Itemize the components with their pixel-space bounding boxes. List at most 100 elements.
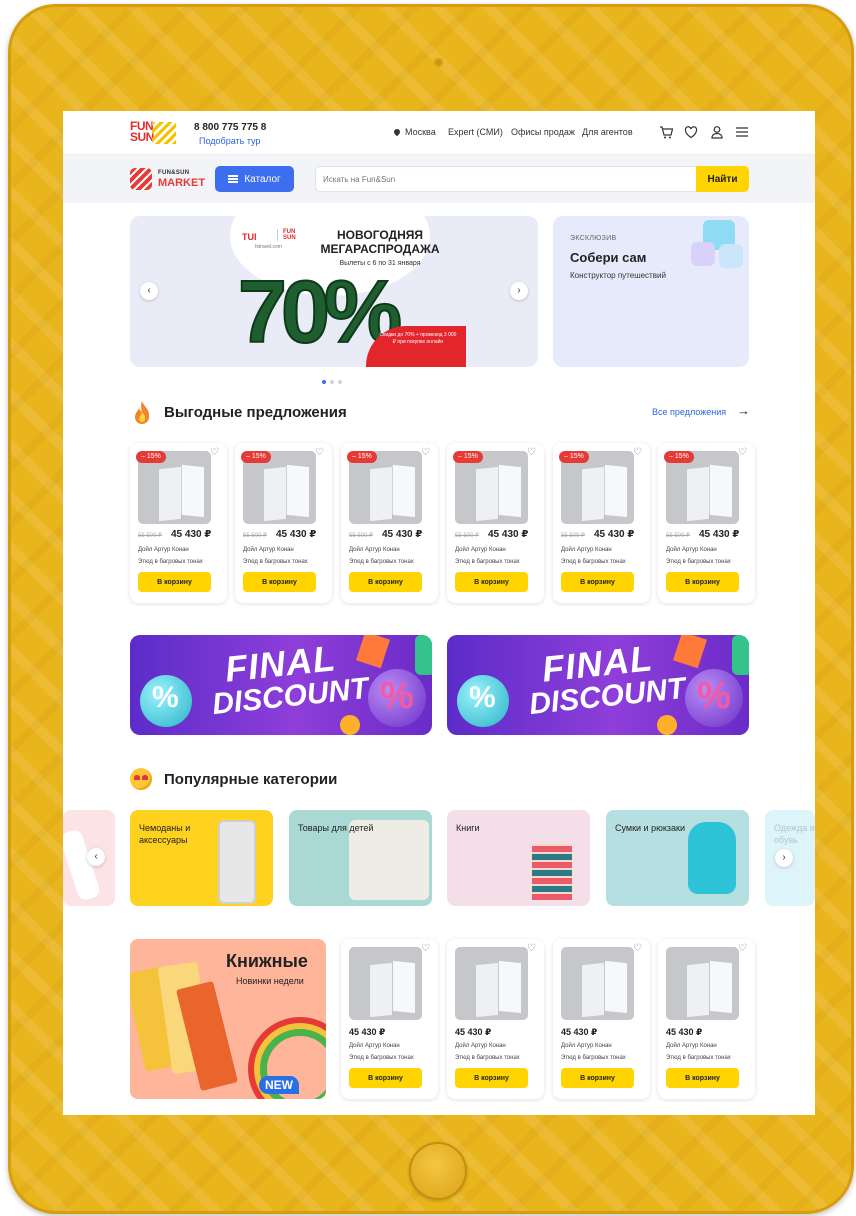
product-card[interactable]: – 15% ♡ 55 500 ₽ 45 430 ₽ Дойл Артур Конан Эт… (658, 443, 755, 603)
tui-logo: TUI (242, 232, 257, 242)
add-to-cart-button[interactable]: В корзину (561, 1068, 634, 1088)
books-banner[interactable]: Книжные Новинки недели NEW (130, 939, 326, 1099)
hero-banner[interactable]: TUI FUN SUN fstravel.com НОВОГОДНЯЯ МЕГА… (130, 216, 538, 367)
favorite-heart-icon[interactable]: ♡ (633, 447, 642, 458)
nav-agents[interactable]: Для агентов (582, 127, 633, 137)
favorite-heart-icon[interactable]: ♡ (315, 447, 324, 458)
product-author: Дойл Артур Конан (666, 1043, 717, 1049)
category-card[interactable]: Чемоданы и аксессуары (130, 810, 273, 906)
product-image (666, 947, 739, 1020)
house-cube-icon (691, 242, 715, 266)
category-card[interactable]: Сумки и рюкзаки (606, 810, 749, 906)
slide-dot[interactable] (330, 380, 334, 384)
location-pin-icon (392, 127, 402, 137)
price: 45 430 ₽ (666, 1027, 703, 1037)
old-price: 55 500 ₽ (138, 533, 162, 539)
slide-dot[interactable] (322, 380, 326, 384)
add-to-cart-button[interactable]: В корзину (455, 572, 528, 592)
add-to-cart-button[interactable]: В корзину (666, 572, 739, 592)
pick-tour-link[interactable]: Подобрать тур (199, 136, 260, 146)
cart-icon[interactable] (658, 124, 674, 140)
book-cover (687, 962, 709, 1018)
screen: FUN SUN 8 800 775 775 8 Подобрать тур Мо… (63, 111, 815, 1115)
price: 45 430 ₽ (349, 1027, 386, 1037)
category-card[interactable]: Книги (447, 810, 590, 906)
favorite-heart-icon[interactable]: ♡ (421, 943, 430, 954)
product-title: Этюд в багровых тонах (561, 1055, 626, 1061)
product-card[interactable]: – 15% ♡ 55 500 ₽ 45 430 ₽ Дойл Артур Конан Эт… (447, 443, 544, 603)
add-to-cart-button[interactable]: В корзину (455, 1068, 528, 1088)
funsun-partner-logo: FUN SUN (277, 229, 307, 241)
hero-next-button[interactable]: › (510, 282, 528, 300)
price: 45 430 ₽ (561, 1027, 598, 1037)
book-cover (370, 466, 392, 522)
book-cover (582, 962, 604, 1018)
camera-icon (434, 58, 443, 67)
category-label: Товары для детей (298, 823, 374, 833)
green-shape-icon (415, 635, 432, 675)
market-logo-icon (130, 168, 152, 190)
categories-prev-button[interactable]: ‹ (87, 848, 105, 866)
categories-next-button[interactable]: › (775, 849, 793, 867)
category-card[interactable]: Товары для детей (289, 810, 432, 906)
home-button[interactable] (409, 1142, 467, 1200)
menu-icon[interactable] (734, 124, 750, 140)
add-to-cart-button[interactable]: В корзину (349, 572, 422, 592)
heart-icon[interactable] (683, 124, 699, 140)
catalog-button[interactable]: Каталог (215, 166, 294, 192)
add-to-cart-button[interactable]: В корзину (243, 572, 316, 592)
user-icon[interactable] (709, 124, 725, 140)
book-card[interactable]: ♡ 45 430 ₽ Дойл Артур Конан Этюд в багровых… (553, 939, 650, 1099)
all-deals-link[interactable]: Все предложения (652, 407, 726, 417)
discount-badge: – 15% (136, 451, 166, 463)
favorite-heart-icon[interactable]: ♡ (738, 447, 747, 458)
book-cover (499, 960, 521, 1014)
market-logo[interactable]: FUN&SUN MARKET (130, 168, 205, 190)
product-author: Дойл Артур Конан (138, 547, 189, 553)
percent-sign-icon: % (380, 675, 414, 717)
slide-dot[interactable] (338, 380, 342, 384)
product-card[interactable]: – 15% ♡ 55 500 ₽ 45 430 ₽ Дойл Артур Конан Эт… (553, 443, 650, 603)
book-card[interactable]: ♡ 45 430 ₽ Дойл Артур Конан Этюд в багровых… (447, 939, 544, 1099)
favorite-heart-icon[interactable]: ♡ (527, 943, 536, 954)
product-card[interactable]: – 15% ♡ 55 500 ₽ 45 430 ₽ Дойл Артур Конан Эт… (341, 443, 438, 603)
arrow-right-icon[interactable]: → (737, 403, 750, 418)
book-cover (182, 464, 204, 518)
product-card[interactable]: – 15% ♡ 55 500 ₽ 45 430 ₽ Дойл Артур Конан Эт… (130, 443, 227, 603)
add-to-cart-button[interactable]: В корзину (561, 572, 634, 592)
favorite-heart-icon[interactable]: ♡ (633, 943, 642, 954)
book-card[interactable]: ♡ 45 430 ₽ Дойл Артур Конан Этюд в багровых… (341, 939, 438, 1099)
burger-icon (228, 175, 239, 183)
exclusive-banner[interactable]: ЭКСКЛЮЗИВ Собери сам Конструктор путешес… (553, 216, 749, 367)
backpack-image (688, 822, 736, 894)
phone-number[interactable]: 8 800 775 775 8 (194, 122, 266, 133)
favorite-heart-icon[interactable]: ♡ (421, 447, 430, 458)
old-price: 55 500 ₽ (561, 533, 585, 539)
price: 45 430 ₽ (455, 1027, 492, 1037)
city-selector[interactable]: Москва (392, 127, 436, 137)
favorite-heart-icon[interactable]: ♡ (210, 447, 219, 458)
book-cover (287, 464, 309, 518)
add-to-cart-button[interactable]: В корзину (349, 1068, 422, 1088)
final-discount-banner[interactable]: %% FINAL DISCOUNT (447, 635, 749, 735)
nav-offices[interactable]: Офисы продаж (511, 127, 575, 137)
favorite-heart-icon[interactable]: ♡ (527, 447, 536, 458)
search-button[interactable]: Найти (696, 166, 749, 192)
add-to-cart-button[interactable]: В корзину (138, 572, 211, 592)
books-subtitle: Новинки недели (236, 976, 304, 986)
product-card[interactable]: – 15% ♡ 55 500 ₽ 45 430 ₽ Дойл Артур Конан Эт… (235, 443, 332, 603)
product-title: Этюд в багровых тонах (349, 559, 414, 565)
hero-tag-text: Скидки до 70% + промокод 3 000 ₽ при пок… (379, 332, 457, 345)
orange-ball-icon (340, 715, 360, 735)
search-input[interactable] (315, 166, 697, 192)
add-to-cart-button[interactable]: В корзину (666, 1068, 739, 1088)
hero-prev-button[interactable]: ‹ (140, 282, 158, 300)
nav-expert[interactable]: Expert (СМИ) (448, 127, 503, 137)
favorite-heart-icon[interactable]: ♡ (738, 943, 747, 954)
funsun-logo[interactable]: FUN SUN (130, 120, 176, 146)
book-card[interactable]: ♡ 45 430 ₽ Дойл Артур Конан Этюд в багровых… (658, 939, 755, 1099)
book-cover (159, 466, 181, 522)
hero-title: НОВОГОДНЯЯ МЕГАРАСПРОДАЖА (320, 228, 440, 256)
product-title: Этюд в багровых тонах (138, 559, 203, 565)
final-discount-banner[interactable]: %% FINAL DISCOUNT (130, 635, 432, 735)
